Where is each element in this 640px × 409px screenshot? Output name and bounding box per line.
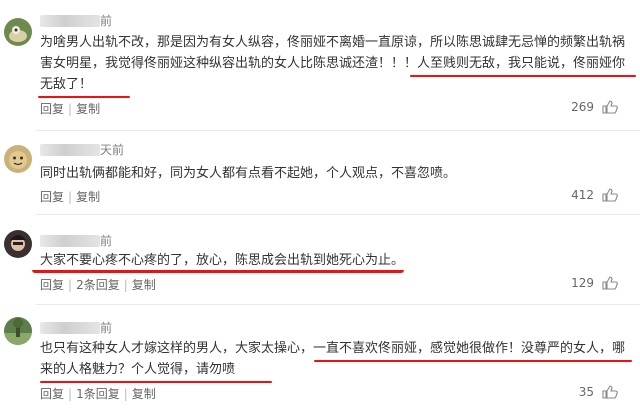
like-count: 129 — [571, 276, 594, 290]
like-count: 269 — [571, 100, 594, 114]
avatar[interactable] — [4, 317, 32, 345]
copy-button[interactable]: 复制 — [76, 102, 100, 116]
reply-button[interactable]: 回复 — [40, 102, 64, 116]
like-count: 412 — [571, 188, 594, 202]
avatar[interactable] — [4, 18, 32, 46]
blurred-username — [40, 322, 100, 334]
reply-button[interactable]: 回复 — [40, 278, 64, 292]
comment-actions: 回复 | 复制 — [40, 102, 101, 116]
avatar[interactable] — [4, 230, 32, 258]
thumbs-up-icon[interactable] — [602, 385, 618, 399]
highlight-underline — [410, 75, 636, 77]
comment-actions: 回复 | 复制 — [40, 190, 101, 204]
comment-text: 为啥男人出轨不改，那是因为有女人纵容，佟丽娅不离婚一直原谅，所以陈思诚肆无忌惮的… — [40, 35, 626, 92]
thumbs-up-icon[interactable] — [602, 188, 618, 202]
copy-button[interactable]: 复制 — [76, 190, 100, 204]
comment-item: 前 也只有这种女人才嫁这样的男人，大家太操心，一直不喜欢佟丽娅，感觉她很做作！没… — [0, 305, 640, 409]
comment-text: 同时出轨俩都能和好，同为女人都有点看不起她，个人观点，不喜忽喷。 — [40, 166, 457, 181]
username[interactable]: 前 — [40, 12, 112, 29]
thumbs-up-icon[interactable] — [602, 276, 618, 290]
comment-actions: 回复 | 2条回复 | 复制 — [40, 278, 156, 292]
reply-button[interactable]: 回复 — [40, 190, 64, 204]
thumbs-up-icon[interactable] — [602, 100, 618, 114]
highlight-underline — [314, 360, 632, 362]
highlight-underline — [40, 381, 272, 383]
replies-count-link[interactable]: 1条回复 — [76, 387, 120, 401]
comment-item: 前 为啥男人出轨不改，那是因为有女人纵容，佟丽娅不离婚一直原谅，所以陈思诚肆无忌… — [0, 0, 640, 122]
comment-actions: 回复 | 1条回复 | 复制 — [40, 387, 156, 401]
blurred-username — [40, 144, 100, 156]
avatar[interactable] — [4, 145, 32, 173]
username[interactable]: 天前 — [40, 141, 124, 158]
comment-text: 大家不要心疼不心疼的了，放心，陈思成会出轨到她死心为止。 — [40, 253, 405, 268]
comment-item: 天前 同时出轨俩都能和好，同为女人都有点看不起她，个人观点，不喜忽喷。 回复 | 复… — [0, 131, 640, 211]
blurred-username — [40, 15, 100, 27]
replies-count-link[interactable]: 2条回复 — [76, 278, 120, 292]
reply-button[interactable]: 回复 — [40, 387, 64, 401]
copy-button[interactable]: 复制 — [132, 387, 156, 401]
like-count: 35 — [578, 385, 594, 399]
comment-item: 前 大家不要心疼不心疼的了，放心，陈思成会出轨到她死心为止。 回复 | 2条回复 | 复… — [0, 215, 640, 299]
highlight-underline — [38, 96, 130, 98]
username[interactable]: 前 — [40, 232, 112, 249]
copy-button[interactable]: 复制 — [132, 278, 156, 292]
blurred-username — [40, 235, 100, 247]
comment-text: 也只有这种女人才嫁这样的男人，大家太操心，一直不喜欢佟丽娅，感觉她很做作！没尊严… — [40, 341, 626, 377]
username[interactable]: 前 — [40, 319, 112, 336]
highlight-underline — [32, 270, 404, 273]
